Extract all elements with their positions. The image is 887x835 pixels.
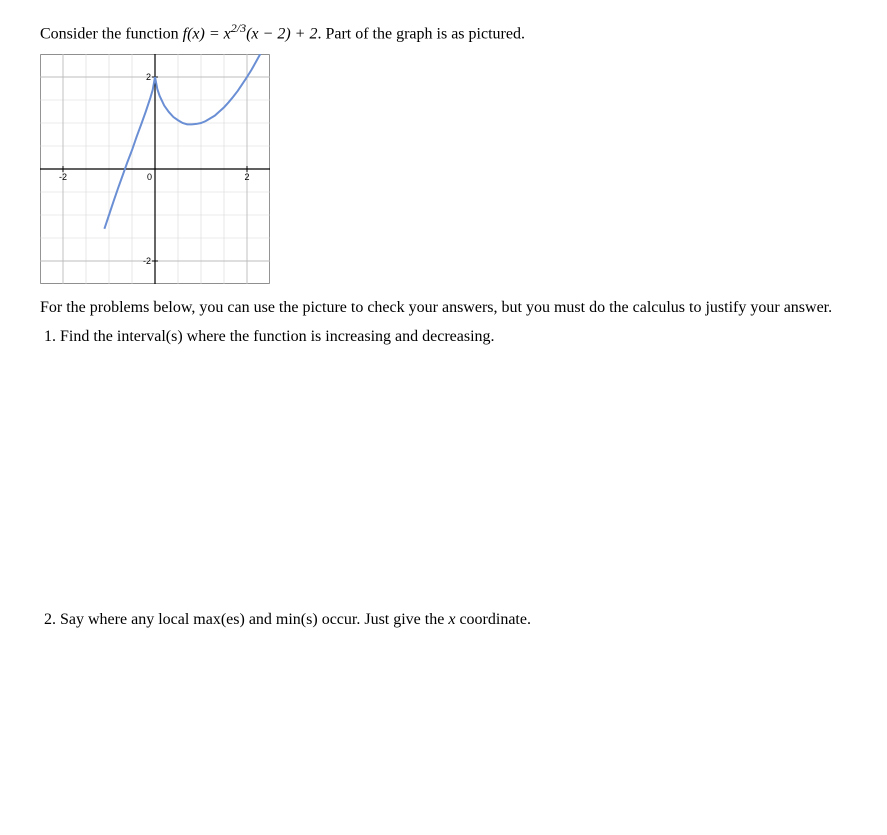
problem-2-text: Say where any local max(es) and min(s) o… [60, 611, 531, 628]
function-graph: -2 0 2 -2 2 [40, 54, 270, 284]
function-lhs: f(x) = x [183, 25, 231, 42]
instructions-paragraph: For the problems below, you can use the … [40, 296, 847, 319]
intro-prefix: Consider the function [40, 25, 183, 42]
function-rhs: (x − 2) + 2 [246, 25, 317, 42]
variable-x: x [448, 611, 455, 628]
svg-text:2: 2 [146, 72, 151, 82]
graph-container: -2 0 2 -2 2 [40, 54, 847, 284]
problem-1: Find the interval(s) where the function … [60, 325, 847, 348]
problem-list: Find the interval(s) where the function … [60, 325, 847, 631]
svg-text:2: 2 [244, 172, 249, 182]
function-exponent: 2/3 [231, 21, 246, 35]
svg-text:0: 0 [147, 172, 152, 182]
intro-text: Consider the function f(x) = x2/3(x − 2)… [40, 20, 847, 46]
problem-1-text: Find the interval(s) where the function … [60, 328, 495, 345]
intro-suffix: . Part of the graph is as pictured. [317, 25, 525, 42]
svg-text:-2: -2 [59, 172, 67, 182]
svg-text:-2: -2 [143, 256, 151, 266]
problem-2: Say where any local max(es) and min(s) o… [60, 608, 847, 631]
